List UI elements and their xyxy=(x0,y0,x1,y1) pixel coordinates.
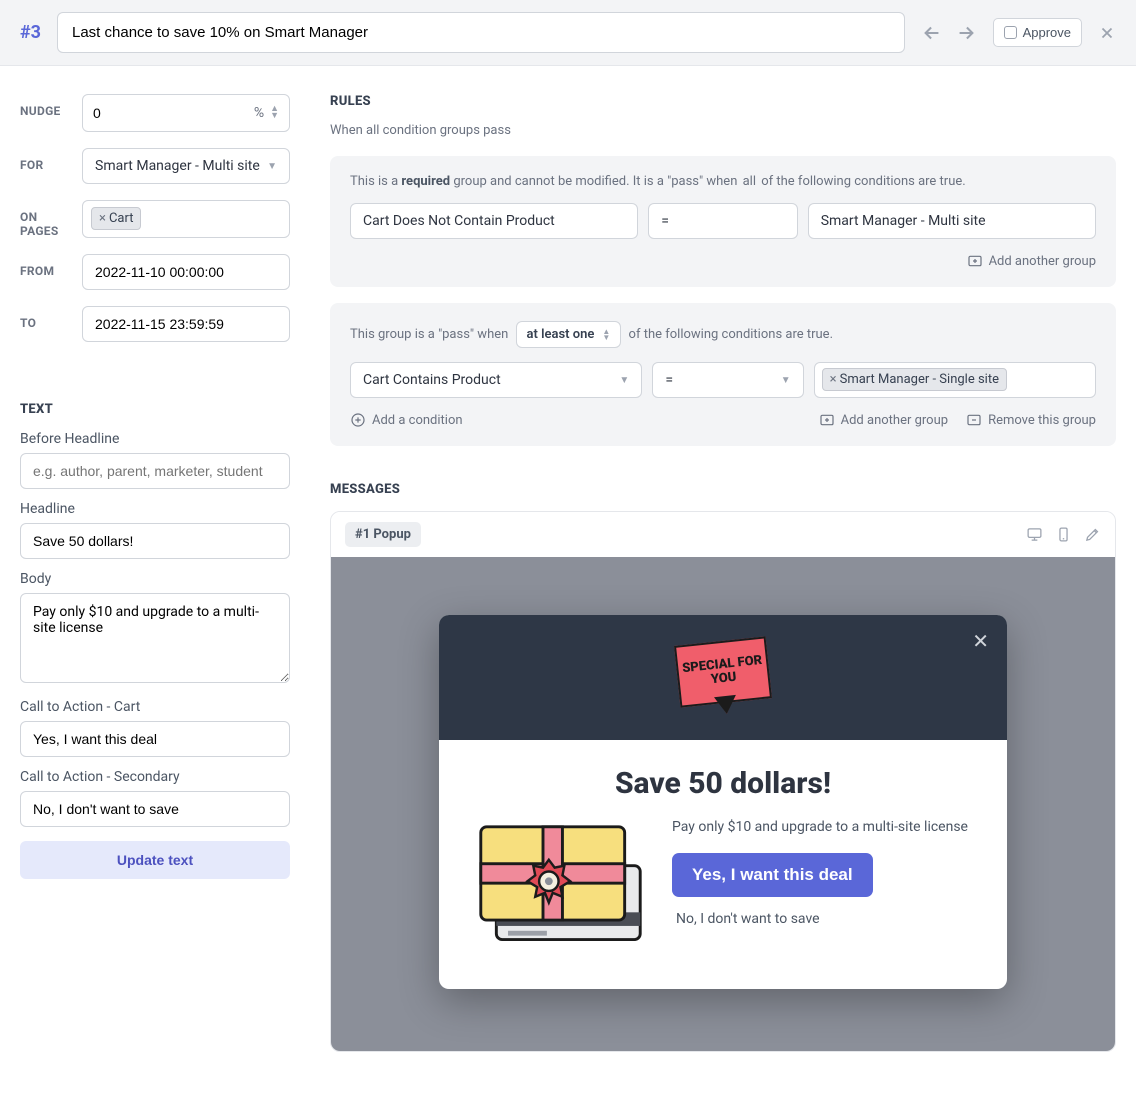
body-label: Body xyxy=(20,571,290,587)
rule-group-2: This group is a "pass" when at least one… xyxy=(330,303,1116,446)
before-headline-label: Before Headline xyxy=(20,431,290,447)
campaign-id: #3 xyxy=(20,22,41,43)
header-bar: #3 Approve xyxy=(0,0,1136,66)
rules-subtitle: When all condition groups pass xyxy=(330,123,1116,138)
rule2-value-tag[interactable]: × Smart Manager - Single site xyxy=(822,368,1007,391)
rule1-op: = xyxy=(648,203,797,239)
header-nav xyxy=(921,22,977,44)
message-card: #1 Popup ✕ SPECIAL FOR YOU xyxy=(330,511,1116,1052)
from-input[interactable] xyxy=(82,254,290,290)
update-text-button[interactable]: Update text xyxy=(20,841,290,879)
remove-group-button[interactable]: Remove this group xyxy=(966,412,1096,428)
pencil-icon[interactable] xyxy=(1084,526,1101,543)
caret-down-icon: ▼ xyxy=(267,161,277,172)
pages-tagbox[interactable]: × Cart xyxy=(82,200,290,238)
add-group-icon xyxy=(819,412,835,428)
remove-group-icon xyxy=(966,412,982,428)
message-preview-area: ✕ SPECIAL FOR YOU Save 50 dollars! xyxy=(331,557,1115,1051)
to-input[interactable] xyxy=(82,306,290,342)
popup-close-icon[interactable]: ✕ xyxy=(972,629,989,653)
rule1-value: Smart Manager - Multi site xyxy=(808,203,1096,239)
nudge-input[interactable] xyxy=(93,105,254,121)
rule1-field: Cart Does Not Contain Product xyxy=(350,203,638,239)
for-value: Smart Manager - Multi site xyxy=(95,158,260,174)
tag-remove-icon[interactable]: × xyxy=(830,372,837,387)
cta-secondary-label: Call to Action - Secondary xyxy=(20,769,290,785)
headline-label: Headline xyxy=(20,501,290,517)
rules-title: RULES xyxy=(330,94,1116,109)
rule-group2-desc: This group is a "pass" when at least one… xyxy=(350,321,1096,348)
next-arrow-icon[interactable] xyxy=(955,22,977,44)
add-circle-icon xyxy=(350,412,366,428)
prev-arrow-icon[interactable] xyxy=(921,22,943,44)
desktop-icon[interactable] xyxy=(1026,526,1043,543)
popup-headline: Save 50 dollars! xyxy=(473,766,973,801)
popup-body-text: Pay only $10 and upgrade to a multi-site… xyxy=(672,819,973,835)
body-textarea[interactable] xyxy=(20,593,290,683)
before-headline-input[interactable] xyxy=(20,453,290,489)
popup-preview: ✕ SPECIAL FOR YOU Save 50 dollars! xyxy=(439,615,1007,989)
rule-group-required: This is a required group and cannot be m… xyxy=(330,156,1116,287)
pages-label: ON PAGES xyxy=(20,200,72,238)
nudge-unit: % xyxy=(254,105,264,121)
from-label: FROM xyxy=(20,254,72,278)
tag-remove-icon[interactable]: × xyxy=(99,211,106,226)
rule-group1-desc: This is a required group and cannot be m… xyxy=(350,174,1096,189)
group2-match-select[interactable]: at least one ▲▼ xyxy=(516,321,622,348)
for-label: FOR xyxy=(20,148,72,172)
to-label: TO xyxy=(20,306,72,330)
for-select[interactable]: Smart Manager - Multi site ▼ xyxy=(82,148,290,184)
popup-header: ✕ SPECIAL FOR YOU xyxy=(439,615,1007,740)
cta-cart-input[interactable] xyxy=(20,721,290,757)
caret-down-icon: ▼ xyxy=(619,375,629,386)
special-badge-icon: SPECIAL FOR YOU xyxy=(673,639,773,717)
popup-cta-button[interactable]: Yes, I want this deal xyxy=(672,853,873,897)
campaign-title-input[interactable] xyxy=(57,12,905,53)
text-section-title: TEXT xyxy=(20,402,290,417)
nudge-label: NUDGE xyxy=(20,94,72,118)
messages-title: MESSAGES xyxy=(330,482,1116,497)
gift-card-icon xyxy=(473,819,648,949)
caret-down-icon: ▼ xyxy=(781,375,791,386)
add-group-icon xyxy=(967,253,983,269)
page-tag[interactable]: × Cart xyxy=(91,207,141,230)
popup-secondary-link[interactable]: No, I don't want to save xyxy=(676,911,973,927)
rule2-field-select[interactable]: Cart Contains Product▼ xyxy=(350,362,642,398)
cta-cart-label: Call to Action - Cart xyxy=(20,699,290,715)
stepper-icon: ▲▼ xyxy=(602,329,610,341)
cta-secondary-input[interactable] xyxy=(20,791,290,827)
nudge-stepper-icon[interactable]: ▲▼ xyxy=(270,106,279,120)
mobile-icon[interactable] xyxy=(1055,526,1072,543)
add-group-button-2[interactable]: Add another group xyxy=(819,412,948,428)
add-group-button-1[interactable]: Add another group xyxy=(967,253,1096,269)
rule2-value-tagbox[interactable]: × Smart Manager - Single site xyxy=(814,362,1096,398)
rule2-op-select[interactable]: =▼ xyxy=(652,362,803,398)
approve-button[interactable]: Approve xyxy=(993,18,1082,47)
message-badge: #1 Popup xyxy=(345,522,421,547)
close-icon[interactable] xyxy=(1098,24,1116,42)
nudge-input-wrap[interactable]: % ▲▼ xyxy=(82,94,290,132)
add-condition-button[interactable]: Add a condition xyxy=(350,412,463,428)
approve-checkbox-icon xyxy=(1004,26,1017,39)
headline-input[interactable] xyxy=(20,523,290,559)
approve-label: Approve xyxy=(1023,25,1071,40)
